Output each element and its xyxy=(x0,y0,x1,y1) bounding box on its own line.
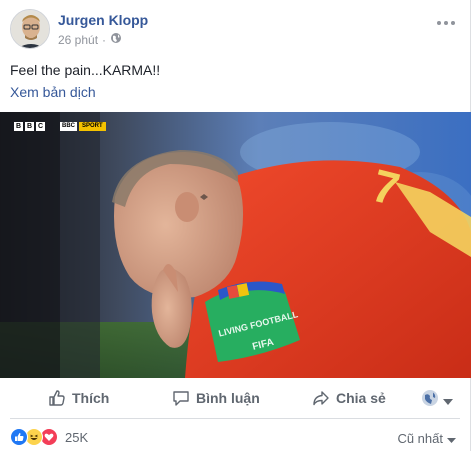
share-label: Chia sẻ xyxy=(336,390,386,406)
post-meta: 26 phút · xyxy=(58,32,122,47)
divider xyxy=(10,418,460,419)
comment-sort-selector[interactable]: Cũ nhất xyxy=(397,431,456,446)
chevron-down-icon xyxy=(447,431,456,446)
sort-label: Cũ nhất xyxy=(397,431,443,446)
broadcaster-letter: B xyxy=(14,122,23,131)
reactions-summary[interactable]: 25K xyxy=(10,428,88,446)
post-actions-bar: Thích Bình luận Chia sẻ xyxy=(0,381,471,415)
sport-logo-prefix: BBC xyxy=(60,122,77,131)
see-translation-link[interactable]: Xem bản dịch xyxy=(10,84,96,100)
broadcaster-logo: B B C xyxy=(14,122,45,131)
sport-logo-suffix: SPORT xyxy=(79,122,106,131)
broadcaster-letter: B xyxy=(25,122,34,131)
comment-label: Bình luận xyxy=(196,390,260,406)
share-button[interactable]: Chia sẻ xyxy=(312,389,386,407)
author-avatar[interactable] xyxy=(10,9,50,49)
post-photo[interactable]: 7 LIVING FOOTBALL FIFA B B C BBC SPORT xyxy=(0,112,471,378)
more-options-icon[interactable] xyxy=(436,10,456,31)
like-button[interactable]: Thích xyxy=(48,389,109,407)
author-name[interactable]: Jurgen Klopp xyxy=(58,12,148,28)
reaction-identity-selector[interactable] xyxy=(421,389,453,412)
globe-avatar-icon xyxy=(421,389,439,412)
like-label: Thích xyxy=(72,390,110,406)
broadcaster-letter: C xyxy=(36,122,45,131)
post-time[interactable]: 26 phút xyxy=(58,33,98,47)
post-card: Jurgen Klopp 26 phút · Feel the pain...K… xyxy=(0,0,471,451)
like-reaction-icon xyxy=(10,428,28,446)
post-text: Feel the pain...KARMA!! xyxy=(10,62,161,78)
globe-icon[interactable] xyxy=(110,32,122,47)
share-icon xyxy=(312,389,330,407)
chevron-down-icon xyxy=(443,392,453,410)
comment-icon xyxy=(172,389,190,407)
meta-separator: · xyxy=(102,32,107,47)
reaction-count: 25K xyxy=(65,429,89,445)
thumbs-up-icon xyxy=(48,389,66,407)
broadcaster-sport-logo: BBC SPORT xyxy=(60,122,106,131)
comment-button[interactable]: Bình luận xyxy=(172,389,260,407)
